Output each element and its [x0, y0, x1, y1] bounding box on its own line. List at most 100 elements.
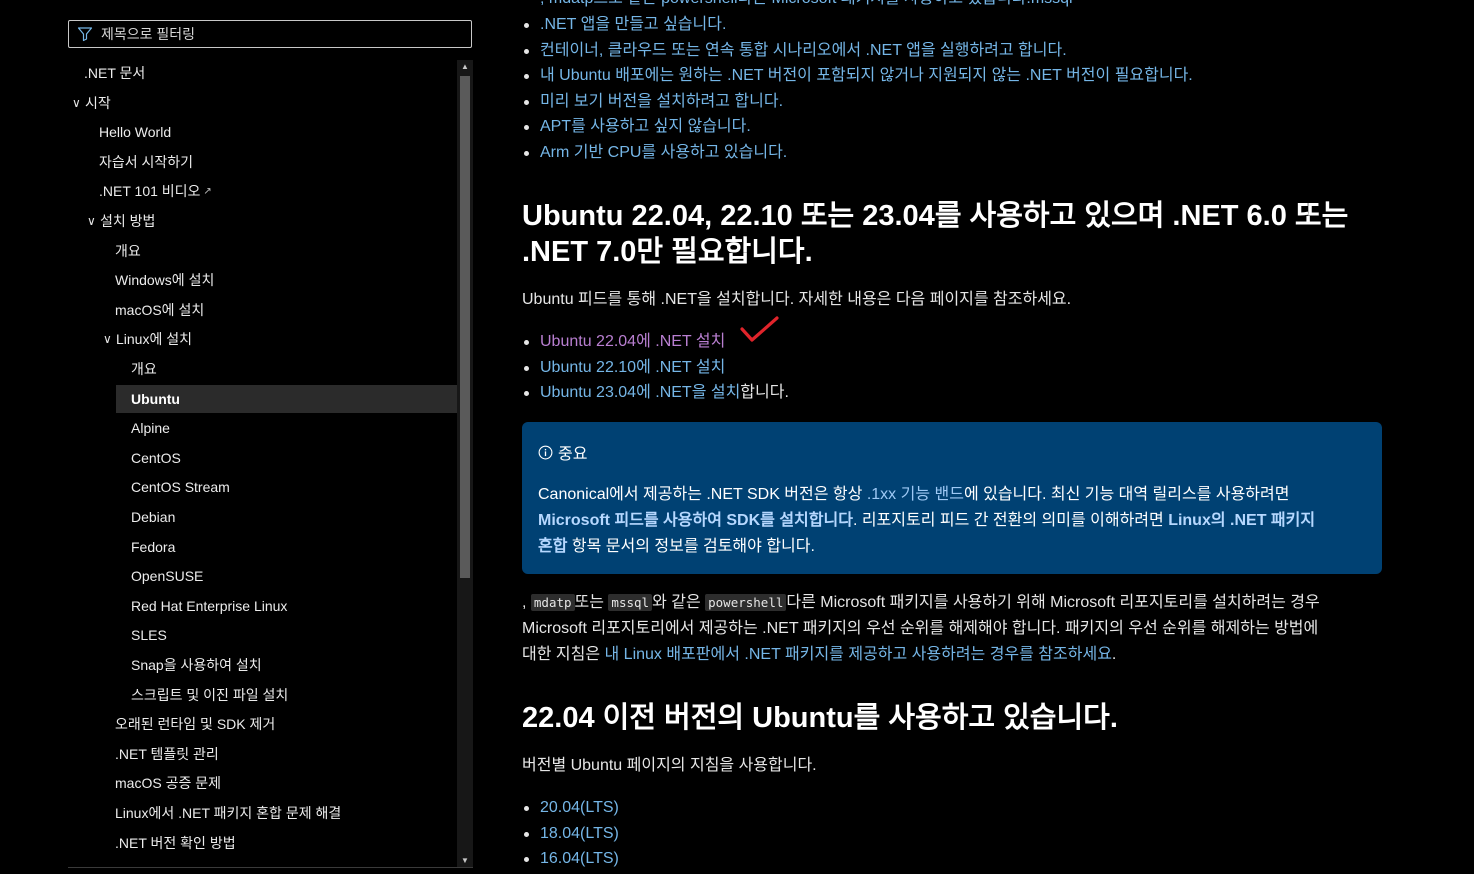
list-item[interactable]: Ubuntu 22.10에 .NET 설치: [524, 357, 789, 383]
list-item[interactable]: APT를 사용하고 싶지 않습니다.: [524, 116, 1193, 142]
toc-item[interactable]: 오래된 런타임 및 SDK 제거: [68, 710, 457, 738]
version-link[interactable]: 18.04(LTS): [540, 825, 619, 842]
partial-list-item[interactable]: , mdatp으로 같은 powershell다른 Microsoft 패키지를…: [540, 0, 1073, 10]
toc-item[interactable]: macOS 공증 문제: [68, 769, 457, 797]
toc-item[interactable]: ∨ 설치 방법: [68, 207, 457, 235]
list-item[interactable]: 20.04(LTS): [524, 797, 619, 823]
code-mdatp: mdatp: [530, 594, 575, 611]
toc-item-label: Debian: [131, 509, 176, 525]
toc-item-label: .NET 101 비디오: [99, 183, 201, 200]
version-link[interactable]: 16.04(LTS): [540, 850, 619, 867]
version-link[interactable]: 20.04(LTS): [540, 799, 619, 816]
para-text: 또는: [574, 594, 609, 611]
heading-ubuntu-feed: Ubuntu 22.04, 22.10 또는 23.04를 사용하고 있으며 .…: [522, 198, 1348, 270]
article: , mdatp으로 같은 powershell다른 Microsoft 패키지를…: [522, 0, 1422, 872]
chevron-down-icon[interactable]: ∨: [87, 214, 99, 228]
toc-item[interactable]: 개요: [68, 355, 457, 383]
toc-scrollbar[interactable]: ▲ ▼: [457, 60, 473, 868]
list-item[interactable]: 컨테이너, 클라우드 또는 연속 통합 시나리오에서 .NET 앱을 실행하려고…: [524, 40, 1193, 66]
versions-list: 20.04(LTS) 18.04(LTS) 16.04(LTS): [524, 797, 619, 874]
toc-item[interactable]: Alpine: [68, 414, 457, 442]
toc-item-label: 시작: [85, 94, 111, 111]
reason-link[interactable]: 내 Ubuntu 배포에는 원하는 .NET 버전이 포함되지 않거나 지원되지…: [540, 67, 1193, 84]
para-text: 대한 지침은: [522, 646, 605, 663]
scroll-up-arrow-icon[interactable]: ▲: [457, 60, 473, 74]
microsoft-feed-link[interactable]: Microsoft 피드를 사용하여 SDK를 설치합니다: [538, 512, 853, 529]
toc-item-label: .NET 버전 확인 방법: [115, 834, 236, 851]
toc-item[interactable]: Debian: [68, 503, 457, 531]
callout-text: 항목 문서의 정보를 검토해야 합니다.: [567, 538, 815, 555]
toc-item[interactable]: macOS에 설치: [68, 296, 457, 324]
heading-line-2: .NET 7.0만 필요합니다.: [522, 236, 813, 268]
toc-item[interactable]: Windows에 설치: [68, 266, 457, 294]
toc-bottom-divider: [68, 867, 473, 868]
callout-text: Canonical에서 제공하는 .NET SDK 버전은 항상: [538, 486, 867, 503]
toc-filter[interactable]: [68, 20, 472, 48]
toc-item[interactable]: .NET 버전 확인 방법: [68, 829, 457, 857]
toc-item-label: Red Hat Enterprise Linux: [131, 597, 288, 614]
list-item[interactable]: 내 Ubuntu 배포에는 원하는 .NET 버전이 포함되지 않거나 지원되지…: [524, 65, 1193, 91]
chevron-down-icon[interactable]: ∨: [72, 96, 84, 110]
feature-band-link[interactable]: .1xx 기능 밴드: [867, 486, 964, 503]
important-callout: 중요 Canonical에서 제공하는 .NET SDK 버전은 항상 .1xx…: [522, 422, 1382, 574]
external-link-icon: ↗: [203, 185, 212, 197]
toc-item-label: macOS 공증 문제: [115, 775, 221, 792]
toc-item[interactable]: SLES: [68, 621, 457, 649]
mixed-packages-link[interactable]: Linux의 .NET 패키지: [1168, 512, 1315, 529]
install-ubuntu-2204-link[interactable]: Ubuntu 22.04에 .NET 설치: [540, 333, 725, 350]
code-powershell: powershell: [705, 594, 787, 611]
toc-item-label: Hello World: [99, 124, 172, 141]
toc-item-label: Linux에 설치: [116, 331, 192, 348]
toc-item[interactable]: Hello World: [68, 118, 457, 146]
toc-item-label: Fedora: [131, 538, 176, 555]
toc-item[interactable]: .NET 101 비디오 ↗: [68, 177, 457, 205]
toc-item[interactable]: CentOS Stream: [68, 473, 457, 501]
install-ubuntu-2210-link[interactable]: Ubuntu 22.10에 .NET 설치: [540, 359, 725, 376]
list-item[interactable]: 미리 보기 버전을 설치하려고 합니다.: [524, 91, 1193, 117]
toc-item[interactable]: 스크립트 및 이진 파일 설치: [68, 681, 457, 709]
toc-item[interactable]: 자습서 시작하기: [68, 148, 457, 176]
toc-item[interactable]: CentOS: [68, 444, 457, 472]
scroll-down-arrow-icon[interactable]: ▼: [457, 854, 473, 868]
chevron-down-icon[interactable]: ∨: [103, 332, 115, 346]
callout-text: 에 있습니다. 최신 기능 대역 릴리스를 사용하려면: [963, 486, 1290, 503]
toc-item-label: 오래된 런타임 및 SDK 제거: [115, 716, 276, 733]
toc-item[interactable]: Ubuntu: [116, 384, 457, 413]
toc-item[interactable]: 개요: [68, 237, 457, 265]
reason-link[interactable]: Arm 기반 CPU를 사용하고 있습니다.: [540, 144, 787, 161]
toc-item[interactable]: Red Hat Enterprise Linux: [68, 592, 457, 620]
toc-item-label: 설치 방법: [100, 213, 156, 229]
toc-item-label: 자습서 시작하기: [99, 153, 194, 170]
toc-item-label: SLES: [131, 627, 167, 644]
list-item[interactable]: Ubuntu 23.04에 .NET을 설치합니다.: [524, 382, 789, 408]
intro-paragraph: Ubuntu 피드를 통해 .NET을 설치합니다. 자세한 내용은 다음 페이…: [522, 291, 1072, 308]
heading-line-1: Ubuntu 22.04, 22.10 또는 23.04를 사용하고 있으며 .…: [522, 200, 1349, 232]
filter-input[interactable]: [101, 26, 441, 42]
toc-item[interactable]: ∨ 시작: [68, 89, 457, 117]
mixed-packages-link-cont[interactable]: 혼합: [538, 538, 567, 555]
toc-item-label: .NET 템플릿 관리: [115, 745, 219, 762]
toc-item-label: CentOS: [131, 449, 181, 466]
scrollbar-thumb[interactable]: [460, 76, 470, 578]
list-item[interactable]: Arm 기반 CPU를 사용하고 있습니다.: [524, 142, 1193, 168]
toc-item[interactable]: ∨ Linux에 설치: [68, 325, 457, 353]
toc-item[interactable]: .NET 문서: [68, 60, 457, 87]
toc-item[interactable]: .NET 템플릿 관리: [68, 740, 457, 768]
reason-link[interactable]: .NET 앱을 만들고 싶습니다.: [540, 16, 726, 33]
toc-item[interactable]: Snap을 사용하여 설치: [68, 651, 457, 679]
list-item[interactable]: 16.04(LTS): [524, 848, 619, 874]
reason-link[interactable]: APT를 사용하고 싶지 않습니다.: [540, 118, 751, 135]
toc-item-label: 개요: [131, 361, 157, 377]
toc-item[interactable]: Linux에서 .NET 패키지 혼합 문제 해결: [68, 799, 457, 827]
reason-link[interactable]: 컨테이너, 클라우드 또는 연속 통합 시나리오에서 .NET 앱을 실행하려고…: [540, 42, 1067, 59]
list-item[interactable]: .NET 앱을 만들고 싶습니다.: [524, 14, 1193, 40]
distro-packages-link[interactable]: 내 Linux 배포판에서 .NET 패키지를 제공하고 사용하려는 경우를 참…: [605, 646, 1112, 663]
install-ubuntu-2304-link[interactable]: Ubuntu 23.04에 .NET을 설치: [540, 384, 740, 401]
reason-link[interactable]: 미리 보기 버전을 설치하려고 합니다.: [540, 93, 783, 110]
list-item[interactable]: 18.04(LTS): [524, 823, 619, 849]
toc-item[interactable]: OpenSUSE: [68, 562, 457, 590]
toc-item[interactable]: Fedora: [68, 533, 457, 561]
callout-body: Canonical에서 제공하는 .NET SDK 버전은 항상 .1xx 기능…: [538, 482, 1366, 560]
toc-item-label: OpenSUSE: [131, 568, 204, 585]
red-checkmark-icon: [740, 316, 779, 342]
